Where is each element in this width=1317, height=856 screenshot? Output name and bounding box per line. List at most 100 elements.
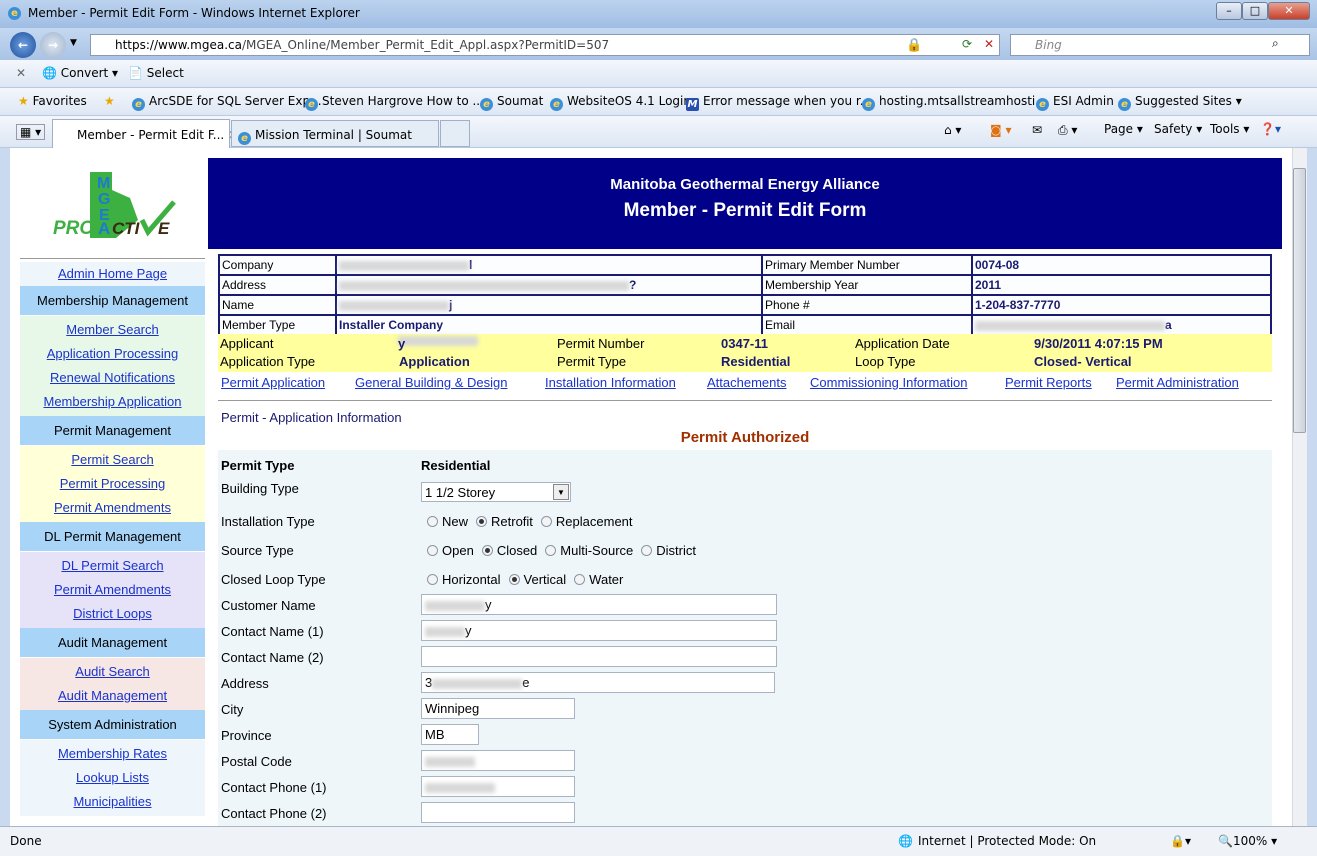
sidebar-link[interactable]: Audit Search — [20, 660, 205, 684]
customer-name-input[interactable]: y — [421, 594, 777, 615]
favorite-link[interactable]: e ESI Admin — [1036, 94, 1114, 111]
favorite-link[interactable]: e Soumat — [480, 94, 543, 111]
source-type-option[interactable]: Open — [427, 543, 474, 558]
favorite-link[interactable]: e WebsiteOS 4.1 Login — [550, 94, 691, 111]
sidebar-link[interactable]: Membership Rates — [20, 742, 205, 766]
page-menu[interactable]: Page ▾ — [1104, 122, 1143, 136]
radio-button[interactable] — [508, 574, 520, 585]
radio-button[interactable] — [545, 545, 557, 556]
sidebar-link[interactable]: Permit Amendments — [20, 578, 205, 602]
favorite-link[interactable]: M Error message when you r... — [686, 94, 871, 111]
window-titlebar: e Member - Permit Edit Form - Windows In… — [0, 0, 1317, 28]
tab-permit-application[interactable]: Permit Application — [221, 375, 325, 390]
sidebar-link[interactable]: DL Permit Search — [20, 554, 205, 578]
sidebar-link[interactable]: Lookup Lists — [20, 766, 205, 790]
closed-loop-type-option[interactable]: Vertical — [508, 572, 566, 587]
home-icon[interactable]: ⌂ ▾ — [944, 123, 961, 137]
page-header: Manitoba Geothermal Energy Alliance Memb… — [208, 158, 1282, 249]
radio-button[interactable] — [427, 516, 438, 527]
contact-name1-input[interactable]: y — [421, 620, 777, 641]
quick-tabs-button[interactable]: ▦ ▾ — [16, 124, 46, 140]
tools-menu[interactable]: Tools ▾ — [1210, 122, 1249, 136]
permit-status: Permit Authorized — [680, 429, 810, 446]
favorite-link[interactable]: e hosting.mtsallstreamhosti... — [862, 94, 1047, 111]
radio-button[interactable] — [641, 545, 653, 556]
source-type-option[interactable]: Multi-Source — [545, 543, 633, 558]
close-toolbar-icon[interactable]: ✕ — [16, 66, 26, 80]
sidebar-link[interactable]: Renewal Notifications — [20, 366, 205, 390]
contact-name2-input[interactable] — [421, 646, 777, 667]
tab-permit-reports[interactable]: Permit Reports — [1005, 375, 1092, 390]
mail-icon[interactable]: ✉ — [1032, 123, 1042, 137]
sidebar-link-admin-home[interactable]: Admin Home Page — [20, 262, 205, 286]
tab-mission-terminal[interactable]: e Mission Terminal | Soumat — [231, 120, 439, 147]
convert-button[interactable]: 🌐 Convert ▾ — [42, 66, 118, 80]
installation-type-option[interactable]: Replacement — [540, 514, 633, 529]
favorite-link[interactable]: e Steven Hargrove How to ... — [305, 94, 484, 111]
favorite-link[interactable]: e ArcSDE for SQL Server Exp... — [132, 94, 322, 111]
window-title: Member - Permit Edit Form - Windows Inte… — [28, 6, 360, 20]
city-input[interactable]: Winnipeg — [421, 698, 575, 719]
contact-phone1-input[interactable] — [421, 776, 575, 797]
closed-loop-type-option[interactable]: Horizontal — [427, 572, 501, 587]
favorites-button[interactable]: ★ Favorites — [18, 94, 87, 108]
postal-code-input[interactable] — [421, 750, 575, 771]
help-icon[interactable]: ❓▾ — [1260, 122, 1281, 136]
safety-menu[interactable]: Safety ▾ — [1154, 122, 1202, 136]
favorite-link[interactable]: e Suggested Sites ▾ — [1118, 94, 1242, 111]
sidebar-link[interactable]: Audit Management — [20, 684, 205, 708]
sidebar-link[interactable]: Member Search — [20, 318, 205, 342]
back-button[interactable]: ← — [10, 32, 36, 58]
address-bar[interactable]: https://www.mgea.ca/MGEA_Online/Member_P… — [90, 34, 1000, 56]
source-type-option[interactable]: Closed — [481, 543, 537, 558]
forward-button[interactable]: → — [40, 32, 66, 58]
select-button[interactable]: 📄 Select — [128, 66, 184, 80]
tab-permit-administration[interactable]: Permit Administration — [1116, 375, 1239, 390]
zoom-control[interactable]: 🔍100% ▾ — [1218, 834, 1277, 848]
tab-member-permit[interactable]: Member - Permit Edit F... ✕ — [52, 119, 238, 148]
new-tab-button[interactable] — [440, 120, 470, 147]
sidebar-link[interactable]: Permit Amendments — [20, 496, 205, 520]
close-window-button[interactable]: ✕ — [1268, 2, 1310, 20]
lock-icon[interactable]: 🔒 — [906, 38, 922, 53]
building-type-select[interactable]: 1 1/2 Storey ▼ — [421, 482, 571, 502]
installation-type-option[interactable]: Retrofit — [476, 514, 533, 529]
contact-phone2-input[interactable] — [421, 802, 575, 823]
radio-button[interactable] — [481, 545, 493, 556]
tab-general-building[interactable]: General Building & Design — [355, 375, 507, 390]
installation-type-option[interactable]: New — [427, 514, 468, 529]
permit-type-value: Residential — [421, 458, 491, 473]
province-input[interactable]: MB — [421, 724, 479, 745]
protected-mode-icon[interactable]: 🔒▾ — [1170, 834, 1191, 848]
sidebar-link[interactable]: Application Processing — [20, 342, 205, 366]
refresh-icon[interactable]: ⟳ — [962, 37, 972, 51]
sidebar-link[interactable]: Permit Processing — [20, 472, 205, 496]
sidebar-link[interactable]: Permit Search — [20, 448, 205, 472]
svg-text:CTI: CTI — [112, 219, 141, 238]
tab-attachements[interactable]: Attachements — [707, 375, 787, 390]
feeds-icon[interactable]: ◙ ▾ — [990, 123, 1011, 137]
address-input[interactable]: 3e — [421, 672, 775, 693]
search-input[interactable]: Bing — [1010, 34, 1310, 56]
tab-commissioning-information[interactable]: Commissioning Information — [810, 375, 968, 390]
sidebar-section-3: Audit Management — [20, 628, 205, 658]
history-dropdown-icon[interactable]: ▼ — [70, 38, 77, 48]
radio-button[interactable] — [427, 545, 438, 556]
closed-loop-type-option[interactable]: Water — [574, 572, 623, 587]
add-favorites-icon[interactable]: ★ — [104, 94, 115, 108]
radio-button[interactable] — [540, 516, 552, 527]
minimize-button[interactable]: – — [1216, 2, 1242, 20]
radio-button[interactable] — [574, 574, 586, 585]
stop-icon[interactable]: ✕ — [984, 37, 994, 51]
print-icon[interactable]: ⎙ ▾ — [1058, 123, 1077, 138]
tab-installation-information[interactable]: Installation Information — [545, 375, 676, 390]
sidebar-link[interactable]: District Loops — [20, 602, 205, 626]
source-type-option[interactable]: District — [641, 543, 696, 558]
radio-button[interactable] — [427, 574, 438, 585]
maximize-button[interactable]: □ — [1242, 2, 1268, 20]
search-icon[interactable]: ⌕ — [1272, 36, 1279, 51]
radio-button[interactable] — [476, 516, 488, 527]
sidebar-link[interactable]: Municipalities — [20, 790, 205, 814]
scrollbar-thumb[interactable] — [1293, 168, 1306, 433]
sidebar-link[interactable]: Membership Application — [20, 390, 205, 414]
